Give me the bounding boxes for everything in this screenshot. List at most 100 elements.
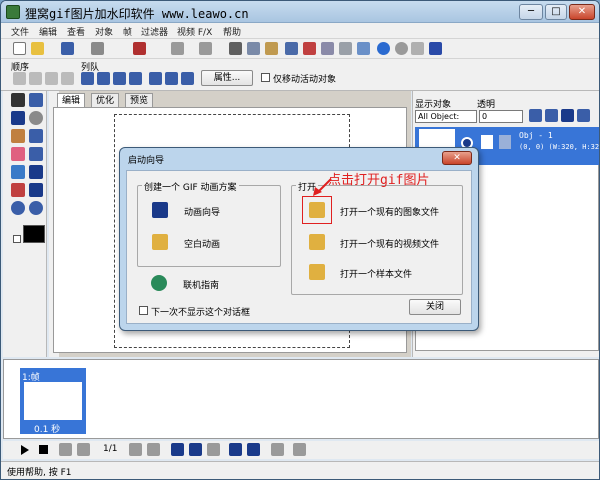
select-rect-tool-icon[interactable] xyxy=(29,93,43,107)
open-video-icon[interactable] xyxy=(309,234,325,250)
play-icon[interactable] xyxy=(21,445,29,455)
zoom-in-icon[interactable] xyxy=(11,201,25,215)
paste-icon[interactable] xyxy=(265,42,278,55)
online-guide-icon[interactable] xyxy=(151,275,167,291)
open-image-icon[interactable] xyxy=(309,202,325,218)
frame-tool-2-icon[interactable] xyxy=(303,42,316,55)
open-group: 打开 打开一个现有的图象文件 打开一个现有的视频文件 打开一个样本文件 xyxy=(291,180,463,295)
object-properties-icon[interactable] xyxy=(577,109,590,122)
properties-button[interactable]: 属性... xyxy=(201,70,253,86)
actual-size-tool-icon[interactable] xyxy=(29,183,43,197)
maximize-button[interactable]: □ xyxy=(545,4,567,20)
open-icon[interactable] xyxy=(31,42,44,55)
fill-tool-icon[interactable] xyxy=(11,165,25,179)
eraser-tool-icon[interactable] xyxy=(11,147,25,161)
blank-animation-link[interactable]: 空白动画 xyxy=(184,237,220,250)
zoom-out-icon[interactable] xyxy=(29,201,43,215)
open-sample-icon[interactable] xyxy=(309,264,325,280)
minimize-button[interactable]: ─ xyxy=(519,4,543,20)
new-object-icon[interactable] xyxy=(529,109,542,122)
distribute-1-icon[interactable] xyxy=(149,72,162,85)
foreground-color-swatch[interactable] xyxy=(23,225,45,243)
align-top-icon[interactable] xyxy=(129,72,142,85)
align-right-icon[interactable] xyxy=(113,72,126,85)
brush-tool-icon[interactable] xyxy=(11,129,25,143)
menu-file[interactable]: 文件 xyxy=(11,25,29,38)
duplicate-object-icon[interactable] xyxy=(545,109,558,122)
send-backward-icon[interactable] xyxy=(45,72,58,85)
last-frame-icon[interactable] xyxy=(147,443,160,456)
circle-tool-icon[interactable] xyxy=(29,111,43,125)
menu-object[interactable]: 对象 xyxy=(95,25,113,38)
crop-tool-icon[interactable] xyxy=(29,165,43,179)
insert-icon[interactable] xyxy=(133,42,146,55)
frame-tool-a-icon[interactable] xyxy=(271,443,284,456)
new-icon[interactable] xyxy=(13,42,26,55)
menu-filter[interactable]: 过滤器 xyxy=(141,25,168,38)
open-image-link[interactable]: 打开一个现有的图象文件 xyxy=(340,205,439,218)
undo-icon[interactable] xyxy=(171,42,184,55)
cut-icon[interactable] xyxy=(229,42,242,55)
frame-tool-3-icon[interactable] xyxy=(321,42,334,55)
delete-frame-icon[interactable] xyxy=(207,443,220,456)
object-lock-icon[interactable] xyxy=(499,135,511,149)
animation-wizard-link[interactable]: 动画向导 xyxy=(184,205,220,218)
frame-tool-5-icon[interactable] xyxy=(357,42,370,55)
frame-delay[interactable]: 0.1 秒 xyxy=(34,422,60,435)
close-button[interactable]: ✕ xyxy=(569,4,595,20)
menu-help[interactable]: 帮助 xyxy=(223,25,241,38)
help-pointer-icon[interactable] xyxy=(429,42,442,55)
ellipse-select-tool-icon[interactable] xyxy=(29,147,43,161)
eyedropper-tool-icon[interactable] xyxy=(11,183,25,197)
menu-frame[interactable]: 帧 xyxy=(123,25,132,38)
stop-icon[interactable] xyxy=(39,445,48,454)
blank-animation-icon[interactable] xyxy=(152,234,168,250)
text-tool-icon[interactable] xyxy=(11,111,25,125)
tab-preview[interactable]: 预览 xyxy=(125,93,154,107)
align-center-icon[interactable] xyxy=(97,72,110,85)
dialog-close-x[interactable]: ✕ xyxy=(442,151,472,165)
redo-icon[interactable] xyxy=(199,42,212,55)
web-icon[interactable] xyxy=(377,42,390,55)
frame-tool-4-icon[interactable] xyxy=(339,42,352,55)
dont-show-checkbox[interactable] xyxy=(139,306,148,315)
save-icon[interactable] xyxy=(61,42,74,55)
move-active-only-checkbox[interactable] xyxy=(261,73,270,82)
globe-icon[interactable] xyxy=(395,42,408,55)
pointer-tool-icon[interactable] xyxy=(11,93,25,107)
menu-view[interactable]: 查看 xyxy=(67,25,85,38)
open-video-link[interactable]: 打开一个现有的视频文件 xyxy=(340,237,439,250)
preview-icon[interactable] xyxy=(91,42,104,55)
duplicate-frame-icon[interactable] xyxy=(189,443,202,456)
add-frame-icon[interactable] xyxy=(171,443,184,456)
frame-properties-icon[interactable] xyxy=(247,443,260,456)
frame-tool-b-icon[interactable] xyxy=(293,443,306,456)
bring-forward-icon[interactable] xyxy=(29,72,42,85)
animation-wizard-icon[interactable] xyxy=(152,202,168,218)
distribute-3-icon[interactable] xyxy=(181,72,194,85)
open-sample-link[interactable]: 打开一个样本文件 xyxy=(340,267,412,280)
frame-tool-1-icon[interactable] xyxy=(285,42,298,55)
menu-edit[interactable]: 编辑 xyxy=(39,25,57,38)
send-back-icon[interactable] xyxy=(61,72,74,85)
prev-frame-icon[interactable] xyxy=(77,443,90,456)
background-color-swatch[interactable] xyxy=(13,235,21,243)
copy-icon[interactable] xyxy=(247,42,260,55)
transparency-input[interactable]: 0 xyxy=(479,110,523,123)
menu-video-fx[interactable]: 视频 F/X xyxy=(177,25,212,38)
dialog-close-button[interactable]: 关闭 xyxy=(409,299,461,315)
frame-thumbnail[interactable]: 1:帧 0.1 秒 xyxy=(20,368,86,435)
delete-object-icon[interactable] xyxy=(561,109,574,122)
frame-order-icon[interactable] xyxy=(229,443,242,456)
online-guide-link[interactable]: 联机指南 xyxy=(183,278,219,291)
first-frame-icon[interactable] xyxy=(59,443,72,456)
tab-optimize[interactable]: 优化 xyxy=(91,93,120,107)
display-objects-select[interactable]: All Object: xyxy=(415,110,477,123)
align-left-icon[interactable] xyxy=(81,72,94,85)
distribute-2-icon[interactable] xyxy=(165,72,178,85)
chat-icon[interactable] xyxy=(411,42,424,55)
tab-edit[interactable]: 编辑 xyxy=(57,93,86,107)
next-frame-icon[interactable] xyxy=(129,443,142,456)
lasso-tool-icon[interactable] xyxy=(29,129,43,143)
bring-front-icon[interactable] xyxy=(13,72,26,85)
